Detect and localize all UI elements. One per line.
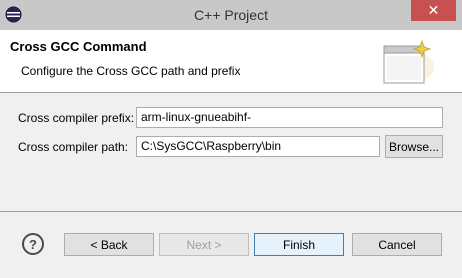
wizard-banner-icon	[383, 39, 434, 84]
footer-separator	[0, 211, 462, 212]
close-icon: ✕	[427, 2, 440, 18]
cancel-button[interactable]: Cancel	[352, 233, 442, 256]
close-button[interactable]: ✕	[411, 0, 456, 21]
browse-button[interactable]: Browse...	[385, 135, 443, 158]
prefix-input[interactable]: arm-linux-gnueabihf-	[136, 107, 443, 128]
window-title: C++ Project	[194, 7, 268, 23]
back-button[interactable]: < Back	[64, 233, 154, 256]
help-icon: ?	[29, 236, 37, 252]
page-title: Cross GCC Command	[10, 39, 147, 54]
help-button[interactable]: ?	[22, 233, 44, 255]
cross-gcc-dialog: C++ Project ✕ Cross GCC Command Configur…	[0, 0, 462, 278]
prefix-label: Cross compiler prefix:	[18, 111, 135, 125]
page-description: Configure the Cross GCC path and prefix	[21, 64, 241, 78]
header-separator	[0, 92, 462, 93]
wizard-header: Cross GCC Command Configure the Cross GC…	[0, 30, 462, 92]
finish-button[interactable]: Finish	[254, 233, 344, 256]
next-button[interactable]: Next >	[159, 233, 249, 256]
path-label: Cross compiler path:	[18, 140, 129, 154]
title-bar[interactable]: C++ Project ✕	[0, 0, 462, 30]
path-input[interactable]: C:\SysGCC\Raspberry\bin	[136, 136, 380, 157]
